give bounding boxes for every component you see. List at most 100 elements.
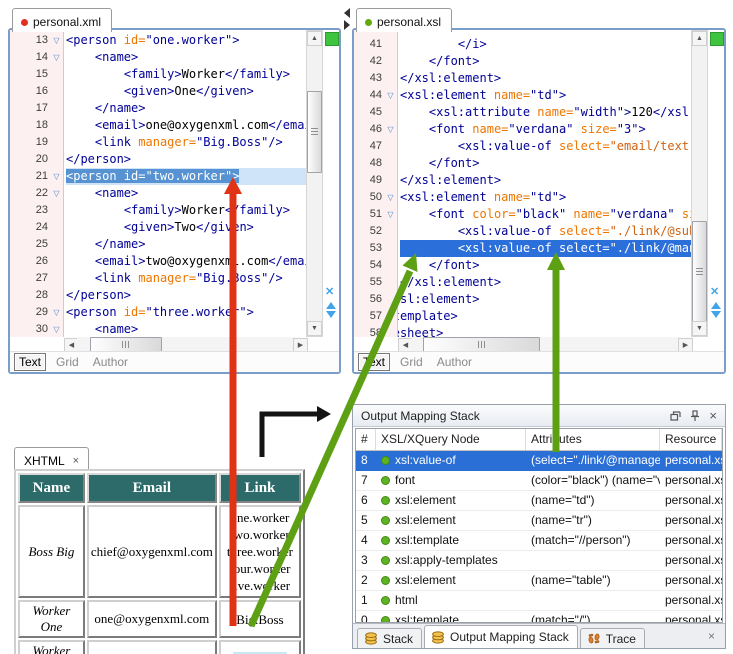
vertical-scrollbar[interactable]: ▲ ▼: [306, 30, 323, 337]
code-line[interactable]: <link manager="Big.Boss"/>: [66, 270, 308, 287]
link-value[interactable]: Big.Boss: [223, 651, 297, 654]
mode-button-grid[interactable]: Grid: [396, 354, 427, 370]
scroll-up-arrow[interactable]: ▲: [692, 31, 707, 46]
mode-button-text[interactable]: Text: [14, 353, 46, 371]
tab-xhtml[interactable]: XHTML ×: [14, 447, 89, 471]
link-value[interactable]: one.worker: [223, 509, 297, 526]
vertical-scroll-thumb[interactable]: [692, 221, 707, 323]
code-line[interactable]: </xsl:element>: [400, 70, 693, 87]
horizontal-scroll-track[interactable]: [77, 337, 295, 352]
code-line[interactable]: <xsl:value-of select="email/text()"/>: [400, 138, 693, 155]
code-line[interactable]: </i>: [400, 36, 693, 53]
close-split-icon[interactable]: ✕: [325, 287, 334, 298]
code-line[interactable]: <font color="black" name="verdana" size=…: [400, 206, 693, 223]
horizontal-scroll-track[interactable]: [411, 337, 680, 352]
mapping-stack-row[interactable]: 0xsl:template(match="/")personal.xsl: [356, 611, 722, 623]
code-line[interactable]: </person>: [66, 287, 308, 304]
tab-personal-xml[interactable]: personal.xml: [12, 8, 112, 32]
code-line[interactable]: <given>Two</given>: [66, 219, 308, 236]
mode-button-author[interactable]: Author: [89, 354, 132, 370]
code-line[interactable]: <email>one@oxygenxml.com</email>: [66, 117, 308, 134]
horizontal-scroll-thumb[interactable]: [423, 337, 540, 352]
scroll-down-arrow[interactable]: ▼: [307, 321, 322, 336]
fold-toggle-icon[interactable]: ▽: [50, 304, 63, 321]
scroll-down-arrow[interactable]: ▼: [692, 321, 707, 336]
mapping-stack-row[interactable]: 4xsl:template(match="//person")personal.…: [356, 531, 722, 551]
code-line[interactable]: <xsl:element name="td">: [400, 189, 693, 206]
code-line[interactable]: <xsl:element name="td">: [400, 87, 693, 104]
code-line[interactable]: <family>Worker</family>: [66, 202, 308, 219]
code-line[interactable]: <email>two@oxygenxml.com</email>: [66, 253, 308, 270]
code-line[interactable]: <name>: [66, 185, 308, 202]
sync-scroll-up-icon[interactable]: [711, 302, 721, 309]
code-line[interactable]: <xsl:attribute name="width">120</xsl:att…: [400, 104, 693, 121]
mapping-stack-row[interactable]: 8xsl:value-of(select="./link/@manager")p…: [356, 451, 722, 471]
pane-splitter-expand-icon[interactable]: [344, 20, 350, 30]
pin-panel-icon[interactable]: [690, 410, 700, 422]
fold-toggle-icon[interactable]: ▽: [50, 185, 63, 202]
code-line[interactable]: </font>: [400, 53, 693, 70]
close-split-icon[interactable]: ✕: [710, 287, 719, 298]
link-value[interactable]: three.worker: [223, 543, 297, 560]
code-line[interactable]: </name>: [66, 100, 308, 117]
xsl-code-area[interactable]: </i></font></xsl:element><xsl:element na…: [398, 30, 693, 337]
code-line[interactable]: <given>One</given>: [66, 83, 308, 100]
code-line[interactable]: </person>: [66, 151, 308, 168]
fold-toggle-icon[interactable]: ▽: [384, 206, 397, 223]
code-line[interactable]: </xsl:stylesheet>: [400, 325, 693, 337]
code-line[interactable]: </font>: [400, 257, 693, 274]
sync-scroll-down-icon[interactable]: [326, 311, 336, 318]
horizontal-scrollbar[interactable]: ◀ ▶: [398, 337, 693, 352]
mapping-stack-row[interactable]: 7font(color="black") (name="verdana")...…: [356, 471, 722, 491]
fold-toggle-icon[interactable]: ▽: [50, 168, 63, 185]
mode-button-author[interactable]: Author: [433, 354, 476, 370]
mapping-stack-row[interactable]: 2xsl:element(name="table")personal.xsl: [356, 571, 722, 591]
code-line[interactable]: <family>Worker</family>: [66, 66, 308, 83]
link-value[interactable]: five.worker: [223, 577, 297, 594]
code-line[interactable]: <person id="two.worker">: [66, 168, 308, 185]
validation-status-icon[interactable]: [710, 32, 724, 46]
link-value[interactable]: four.worker: [223, 560, 297, 577]
fold-toggle-icon[interactable]: ▽: [384, 87, 397, 104]
fold-toggle-icon[interactable]: ▽: [384, 121, 397, 138]
mapping-stack-row[interactable]: 5xsl:element(name="tr")personal.xsl: [356, 511, 722, 531]
code-line[interactable]: <xsl:value-of select="./link/@manager"/>: [400, 240, 693, 257]
float-panel-icon[interactable]: [670, 411, 681, 421]
tab-personal-xsl[interactable]: personal.xsl: [356, 8, 452, 32]
close-view-icon[interactable]: ×: [708, 629, 715, 643]
scroll-up-arrow[interactable]: ▲: [307, 31, 322, 46]
pane-splitter-collapse-icon[interactable]: [344, 8, 350, 18]
mode-button-text[interactable]: Text: [358, 353, 390, 371]
close-tab-icon[interactable]: ×: [73, 455, 79, 467]
mapping-stack-row[interactable]: 3xsl:apply-templatespersonal.xsl: [356, 551, 722, 571]
horizontal-scroll-thumb[interactable]: [90, 337, 162, 352]
link-value[interactable]: Big.Boss: [223, 611, 297, 628]
view-tab-trace[interactable]: Trace: [580, 628, 645, 648]
code-line[interactable]: </name>: [66, 236, 308, 253]
horizontal-scrollbar[interactable]: ◀ ▶: [64, 337, 308, 352]
vertical-scroll-thumb[interactable]: [307, 91, 322, 173]
code-line[interactable]: </xsl:element>: [400, 274, 693, 291]
vertical-scrollbar[interactable]: ▲ ▼: [691, 30, 708, 337]
close-panel-icon[interactable]: ×: [709, 411, 717, 421]
fold-toggle-icon[interactable]: ▽: [50, 49, 63, 66]
sync-scroll-up-icon[interactable]: [326, 302, 336, 309]
fold-toggle-icon[interactable]: ▽: [50, 32, 63, 49]
code-line[interactable]: </xsl:template>: [400, 308, 693, 325]
code-line[interactable]: <person id="three.worker">: [66, 304, 308, 321]
fold-toggle-icon[interactable]: ▽: [50, 321, 63, 337]
code-line[interactable]: <person id="one.worker">: [66, 32, 308, 49]
code-line[interactable]: <link manager="Big.Boss"/>: [66, 134, 308, 151]
validation-status-icon[interactable]: [325, 32, 339, 46]
fold-toggle-icon[interactable]: ▽: [384, 189, 397, 206]
sync-scroll-down-icon[interactable]: [711, 311, 721, 318]
mapping-stack-row[interactable]: 6xsl:element(name="td")personal.xsl: [356, 491, 722, 511]
code-line[interactable]: </xsl:element>: [400, 291, 693, 308]
mode-button-grid[interactable]: Grid: [52, 354, 83, 370]
view-tab-output-mapping-stack[interactable]: Output Mapping Stack: [424, 625, 578, 648]
mapping-stack-row[interactable]: 1htmlpersonal.xsl: [356, 591, 722, 611]
code-line[interactable]: <name>: [66, 49, 308, 66]
code-line[interactable]: <name>: [66, 321, 308, 337]
code-line[interactable]: </xsl:element>: [400, 172, 693, 189]
xml-code-area[interactable]: <person id="one.worker"><name><family>Wo…: [64, 30, 308, 337]
